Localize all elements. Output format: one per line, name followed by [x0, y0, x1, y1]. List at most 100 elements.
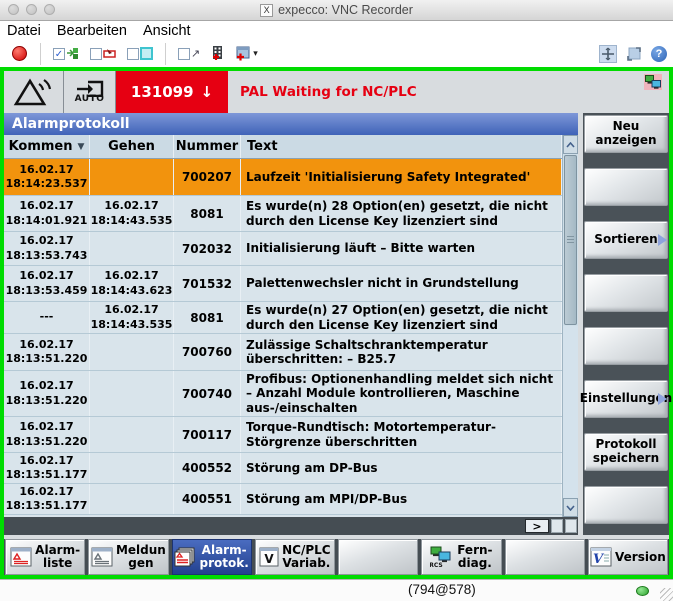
x11-app-icon: X: [260, 4, 273, 17]
col-header-text[interactable]: Text: [241, 135, 562, 158]
horizontal-scrollbar: >: [4, 517, 578, 535]
menu-bearbeiten[interactable]: Bearbeiten: [57, 23, 127, 39]
minimize-button[interactable]: [26, 4, 37, 15]
connection-status-led: [636, 586, 649, 596]
chevron-down-icon: [566, 505, 575, 511]
cell-nummer: 700117: [174, 417, 241, 452]
vnc-display: AUTO 131099 ↓ PAL Waiting for NC/PLC Ala…: [0, 67, 673, 579]
tab-empty[interactable]: [505, 539, 585, 575]
menubar: Datei Bearbeiten Ansicht: [0, 21, 673, 40]
add-film-button[interactable]: [210, 46, 225, 62]
external-arrow-icon: ↗: [191, 47, 200, 60]
col-header-gehen[interactable]: Gehen: [90, 135, 174, 158]
cell-gehen: [90, 232, 174, 265]
alarm-table: Kommen ▼ Gehen Nummer Text 16.02.17 18:1…: [4, 135, 578, 517]
cell-gehen: [90, 453, 174, 483]
checkbox-checked-icon: ✓: [53, 48, 65, 60]
alarm-row[interactable]: --- 16.02.17 18:14:43.535 8081 Es wurde(…: [4, 302, 562, 334]
softkey-empty[interactable]: [584, 327, 668, 365]
alarm-protocol-icon: [174, 547, 196, 567]
table-header-row: Kommen ▼ Gehen Nummer Text: [4, 135, 562, 159]
resize-grip[interactable]: [660, 588, 673, 601]
cell-nummer: 700207: [174, 159, 241, 195]
move-crosshair-icon[interactable]: [599, 45, 617, 63]
vertical-scrollbar[interactable]: [562, 135, 578, 517]
tab-alarmprotokoll-active[interactable]: Alarm- protok.: [172, 539, 252, 575]
cell-text: Palettenwechsler nicht in Grundstellung: [241, 266, 562, 301]
tab-empty[interactable]: [338, 539, 418, 575]
col-header-kommen[interactable]: Kommen ▼: [4, 135, 90, 158]
scrollbar-thumb[interactable]: [564, 155, 577, 325]
softkey-empty[interactable]: [584, 168, 668, 206]
alarm-triangle-icon: [11, 76, 57, 108]
softkey-empty[interactable]: [584, 486, 668, 524]
cell-text: Störung am DP-Bus: [241, 453, 562, 483]
app-window: X expecco: VNC Recorder Datei Bearbeiten…: [0, 0, 673, 600]
add-window-menu-button[interactable]: ▾: [235, 46, 258, 61]
active-alarm-badge[interactable]: 131099 ↓: [116, 71, 228, 113]
tab-ferndiagnose[interactable]: RCS Fern- diag.: [421, 539, 501, 575]
softkey-einstellungen[interactable]: Einstellungen: [584, 380, 668, 418]
cell-kommen: 16.02.17 18:13:51.177: [4, 484, 90, 514]
hscroll-cell[interactable]: [551, 519, 563, 533]
scroll-down-button[interactable]: [563, 498, 578, 517]
zoom-button[interactable]: [44, 4, 55, 15]
softkey-arrow-icon: [658, 234, 667, 246]
alarm-row[interactable]: 16.02.17 18:13:51.220 700760 Zulässige S…: [4, 334, 562, 371]
alarm-row[interactable]: 16.02.17 18:13:53.743 702032 Initialisie…: [4, 232, 562, 266]
alarm-row[interactable]: 16.02.17 18:13:53.459 16.02.17 18:14:43.…: [4, 266, 562, 302]
alarm-row[interactable]: 16.02.17 18:13:51.177 400551 Störung am …: [4, 484, 562, 515]
record-button-icon[interactable]: [12, 46, 27, 61]
resize-window-icon[interactable]: [626, 46, 642, 62]
col-header-nummer[interactable]: Nummer: [174, 135, 241, 158]
menu-datei[interactable]: Datei: [7, 23, 41, 39]
green-steps-icon: [66, 47, 80, 60]
statusbar: (794@578): [0, 579, 673, 601]
cell-gehen: 16.02.17 18:14:43.535: [90, 302, 174, 333]
softkey-empty[interactable]: [584, 274, 668, 312]
scroll-right-button[interactable]: >: [525, 519, 549, 533]
messages-icon: [91, 547, 113, 567]
titlebar: X expecco: VNC Recorder: [0, 0, 673, 21]
tab-meldungen[interactable]: Meldun gen: [88, 539, 168, 575]
filmstrip-plus-icon: [210, 46, 225, 62]
alarm-row[interactable]: 16.02.17 18:13:51.177 400552 Störung am …: [4, 453, 562, 484]
cell-kommen: 16.02.17 18:13:53.459: [4, 266, 90, 301]
softkey-neu-anzeigen[interactable]: Neu anzeigen: [584, 115, 668, 153]
scroll-up-button[interactable]: [563, 135, 578, 154]
cell-text: Störung am MPI/DP-Bus: [241, 484, 562, 514]
close-button[interactable]: [8, 4, 19, 15]
tab-version[interactable]: V Version: [588, 539, 668, 575]
table-body: 16.02.17 18:14:23.537 700207 Laufzeit 'I…: [4, 159, 562, 517]
tab-alarmliste[interactable]: Alarm- liste: [5, 539, 85, 575]
cell-kommen: ---: [4, 302, 90, 333]
record-pointer-toggle[interactable]: ✓: [53, 47, 80, 60]
alarm-row[interactable]: 16.02.17 18:14:01.921 16.02.17 18:14:43.…: [4, 196, 562, 232]
softkey-protokoll-speichern[interactable]: Protokoll speichern: [584, 433, 668, 471]
cell-text: Initialisierung läuft – Bitte warten: [241, 232, 562, 265]
record-cursor-toggle[interactable]: [90, 47, 117, 60]
softkey-sortieren[interactable]: Sortieren: [584, 221, 668, 259]
cell-kommen: 16.02.17 18:13:51.220: [4, 417, 90, 452]
cell-gehen: 16.02.17 18:14:43.535: [90, 196, 174, 231]
cell-text: Es wurde(n) 28 Option(en) gesetzt, die n…: [241, 196, 562, 231]
alarm-row[interactable]: 16.02.17 18:13:51.220 700740 Profibus: O…: [4, 371, 562, 417]
help-icon[interactable]: ?: [651, 46, 667, 62]
hmi-status-header: AUTO 131099 ↓ PAL Waiting for NC/PLC: [4, 71, 669, 113]
cell-nummer: 702032: [174, 232, 241, 265]
remote-diagnosis-rcs-icon: RCS: [430, 546, 454, 568]
record-region-toggle[interactable]: [127, 47, 153, 60]
hscroll-cell[interactable]: [565, 519, 577, 533]
panel-title: Alarmprotokoll: [4, 113, 578, 135]
cell-nummer: 8081: [174, 196, 241, 231]
cell-text: Profibus: Optionenhandling meldet sich n…: [241, 371, 562, 416]
alarm-row-selected[interactable]: 16.02.17 18:14:23.537 700207 Laufzeit 'I…: [4, 159, 562, 196]
cell-nummer: 8081: [174, 302, 241, 333]
alarm-row[interactable]: 16.02.17 18:13:51.220 700117 Torque-Rund…: [4, 417, 562, 453]
tab-ncplc-variablen[interactable]: V NC/PLC Variab.: [255, 539, 335, 575]
open-window-toggle[interactable]: ↗: [178, 47, 200, 60]
menu-ansicht[interactable]: Ansicht: [143, 23, 191, 39]
scrollbar-track[interactable]: [563, 326, 578, 498]
version-icon: V: [590, 547, 612, 567]
alarm-status-message: PAL Waiting for NC/PLC: [240, 84, 417, 100]
